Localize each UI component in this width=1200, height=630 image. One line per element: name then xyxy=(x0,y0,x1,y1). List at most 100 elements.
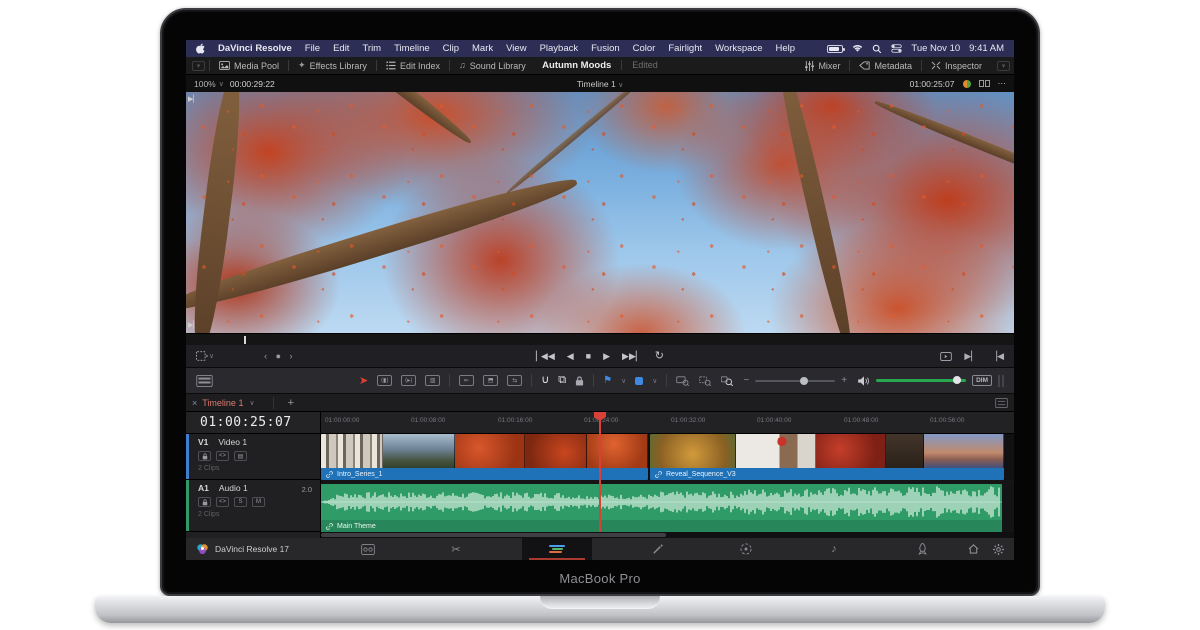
dynamic-trim-mode-tool[interactable]: ⟨▸⟩ xyxy=(401,375,416,386)
menu-item-mark[interactable]: Mark xyxy=(472,43,493,54)
flag-chevron-icon[interactable]: ∨ xyxy=(621,377,626,385)
viewer-out-marker-icon: ▶▏ xyxy=(188,322,199,329)
volume-slider[interactable] xyxy=(876,379,966,382)
toolbar-overflow-icon[interactable]: ▾ xyxy=(997,61,1010,71)
viewer-scrub-bar[interactable] xyxy=(186,333,1014,345)
control-center-icon[interactable] xyxy=(891,44,902,53)
play-button[interactable]: ▶ xyxy=(603,352,610,361)
page-cut-icon[interactable]: ✂ xyxy=(434,543,478,556)
ruler-label: 01:00:56:00 xyxy=(930,417,964,424)
dim-button[interactable]: DIM xyxy=(972,375,992,386)
edit-index-button[interactable]: Edit Index xyxy=(377,57,449,74)
timeline-options-icon[interactable] xyxy=(995,398,1008,408)
flag-clip-icon[interactable]: ⚑ xyxy=(603,375,612,386)
video-track-lock-icon[interactable] xyxy=(198,451,211,461)
menu-item-trim[interactable]: Trim xyxy=(362,43,381,54)
menu-item-view[interactable]: View xyxy=(506,43,526,54)
snapping-magnet-icon[interactable]: ∪ xyxy=(541,375,549,386)
page-deliver-icon[interactable] xyxy=(900,543,944,555)
effects-library-button[interactable]: ✦ Effects Library xyxy=(289,57,376,74)
app-version-label: DaVinci Resolve 17 xyxy=(215,544,289,554)
step-back-button[interactable]: ◀ xyxy=(567,352,574,361)
scrub-position-indicator[interactable] xyxy=(244,336,246,344)
transport-bar: ∨ ‹ ● › ◀◀ ◀ ■ ▶ ▶▶▏ ↻ ▶▏ ▕◀ xyxy=(186,345,1014,368)
menu-item-timeline[interactable]: Timeline xyxy=(394,43,430,54)
video-track-header[interactable]: V1 Video 1 <> ▤ 2 Clips xyxy=(186,434,320,480)
speaker-icon[interactable] xyxy=(858,376,870,386)
timeline-selector[interactable]: Timeline 1 ∨ xyxy=(186,79,1014,89)
metadata-button[interactable]: Metadata xyxy=(850,57,921,74)
menu-item-fairlight[interactable]: Fairlight xyxy=(668,43,702,54)
interface-toggle-icon[interactable]: ▾ xyxy=(192,61,205,71)
marker-chevron-icon[interactable]: ∨ xyxy=(652,377,657,385)
menu-item-file[interactable]: File xyxy=(305,43,320,54)
menu-item-help[interactable]: Help xyxy=(775,43,795,54)
detail-zoom-icon[interactable] xyxy=(699,376,712,386)
menu-app-name[interactable]: DaVinci Resolve xyxy=(218,43,292,54)
marker-icon[interactable] xyxy=(635,377,643,385)
audio-track-header[interactable]: A1 Audio 1 2.0 <> S M 2 Clips xyxy=(186,480,320,532)
menu-item-clip[interactable]: Clip xyxy=(443,43,459,54)
menu-date[interactable]: Tue Nov 10 xyxy=(911,43,960,54)
audio-track-lock-icon[interactable] xyxy=(198,497,211,507)
video-track-id: V1 xyxy=(198,437,208,447)
stop-button[interactable]: ■ xyxy=(586,352,591,361)
audio-track-mute-button[interactable]: M xyxy=(252,497,265,507)
position-lock-icon[interactable] xyxy=(575,376,584,386)
zoom-slider[interactable]: −+ xyxy=(743,375,847,386)
media-pool-button[interactable]: Media Pool xyxy=(210,57,288,74)
clip-thumbnails xyxy=(650,434,1004,468)
battery-icon[interactable] xyxy=(827,45,843,53)
page-fairlight-icon[interactable]: ♪ xyxy=(812,543,856,555)
linked-selection-icon[interactable]: ⧉ xyxy=(558,375,566,386)
selection-mode-tool[interactable]: ➤ xyxy=(359,374,368,387)
page-fusion-icon[interactable] xyxy=(636,543,680,555)
video-clip-reveal-sequence[interactable]: Reveal_Sequence_V3 xyxy=(650,434,1004,480)
trim-edit-mode-tool[interactable]: ⟨▮⟩ xyxy=(377,375,392,386)
menu-item-fusion[interactable]: Fusion xyxy=(591,43,620,54)
menu-item-edit[interactable]: Edit xyxy=(333,43,349,54)
apple-logo-icon[interactable] xyxy=(196,43,205,54)
go-to-end-button[interactable]: ▶▶▏ xyxy=(622,352,643,361)
wifi-icon[interactable] xyxy=(852,44,863,53)
audio-clip-main-theme[interactable]: Main Theme xyxy=(321,484,1002,532)
ruler-label: 01:00:16:00 xyxy=(498,417,532,424)
close-timeline-tab-icon[interactable]: × xyxy=(192,398,197,408)
search-icon[interactable] xyxy=(872,44,882,54)
timeline-tab[interactable]: Timeline 1 xyxy=(202,398,243,408)
menu-item-workspace[interactable]: Workspace xyxy=(715,43,762,54)
settings-gear-icon[interactable] xyxy=(993,544,1004,555)
media-pool-icon xyxy=(219,61,230,70)
viewer-canvas[interactable]: ▶▏ ▶▏ xyxy=(186,92,1014,333)
inspector-button[interactable]: Inspector xyxy=(922,57,991,74)
audio-track-id: A1 xyxy=(198,483,209,493)
playhead-line[interactable] xyxy=(599,412,601,532)
page-media-icon[interactable] xyxy=(346,544,390,555)
video-track-thumbnail-view-icon[interactable]: ▤ xyxy=(234,451,247,461)
timeline-view-options-icon[interactable] xyxy=(196,375,213,387)
timeline-ruler[interactable]: 01:00:00:00 01:00:08:00 01:00:16:00 01:0… xyxy=(321,412,1014,434)
add-timeline-button[interactable]: + xyxy=(273,397,294,409)
menu-time[interactable]: 9:41 AM xyxy=(969,43,1004,54)
video-track-autoselect-icon[interactable]: <> xyxy=(216,451,229,461)
full-extent-zoom-icon[interactable] xyxy=(676,376,690,386)
scrollbar-handle[interactable] xyxy=(321,533,666,537)
go-to-start-button[interactable]: ◀◀ xyxy=(536,352,555,361)
menu-item-color[interactable]: Color xyxy=(633,43,656,54)
timeline-tab-chevron-icon[interactable]: ∨ xyxy=(249,399,254,407)
page-edit-active[interactable] xyxy=(522,538,592,560)
video-clip-name: Intro_Series_1 xyxy=(337,471,383,478)
insert-clip-tool[interactable]: ⇤ xyxy=(459,375,474,386)
audio-track-solo-button[interactable]: S xyxy=(234,497,247,507)
mixer-button[interactable]: Mixer xyxy=(796,57,849,74)
overwrite-clip-tool[interactable]: ⬒ xyxy=(483,375,498,386)
menu-item-playback[interactable]: Playback xyxy=(540,43,579,54)
blade-edit-mode-tool[interactable]: ▥ xyxy=(425,375,440,386)
audio-track-autoselect-icon[interactable]: <> xyxy=(216,497,229,507)
page-color-icon[interactable] xyxy=(724,543,768,555)
home-icon[interactable] xyxy=(968,544,979,555)
loop-button[interactable]: ↻ xyxy=(655,351,664,362)
sound-library-button[interactable]: ♫ Sound Library xyxy=(450,57,535,74)
custom-zoom-icon[interactable] xyxy=(721,376,734,386)
replace-clip-tool[interactable]: ⇆ xyxy=(507,375,522,386)
